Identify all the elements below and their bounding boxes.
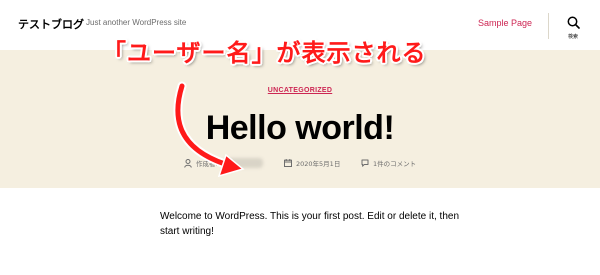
site-tagline: Just another WordPress site <box>86 18 187 27</box>
calendar-icon <box>284 159 292 167</box>
annotation-callout: 「ユーザー名」が表示される <box>102 39 427 67</box>
author-name-blurred[interactable] <box>222 158 263 168</box>
author-label: 作成者: <box>196 160 218 168</box>
search-toggle-button[interactable]: 検索 <box>562 16 584 44</box>
person-icon <box>184 158 192 168</box>
post-date-meta: 2020年5月1日 <box>284 158 340 168</box>
nav-link-sample-page[interactable]: Sample Page <box>478 18 532 28</box>
post-date-link[interactable]: 2020年5月1日 <box>296 158 340 168</box>
post-author-meta: 作成者: <box>184 158 263 168</box>
post-title[interactable]: Hello world! <box>0 110 600 146</box>
post-content: Welcome to WordPress. This is your first… <box>160 211 460 237</box>
post-category: UNCATEGORIZED <box>0 87 600 94</box>
search-label: 検索 <box>567 34 578 40</box>
nav-divider <box>548 13 549 39</box>
post-comments-link[interactable]: 1件のコメント <box>373 158 416 168</box>
search-icon <box>567 16 580 29</box>
post-comments-meta: 1件のコメント <box>361 158 416 168</box>
comment-icon <box>361 159 369 167</box>
category-link[interactable]: UNCATEGORIZED <box>268 87 332 94</box>
site-title[interactable]: テストブログ <box>18 16 84 32</box>
post-header-area: UNCATEGORIZED Hello world! 作成者: 2020年5月1… <box>0 50 600 188</box>
